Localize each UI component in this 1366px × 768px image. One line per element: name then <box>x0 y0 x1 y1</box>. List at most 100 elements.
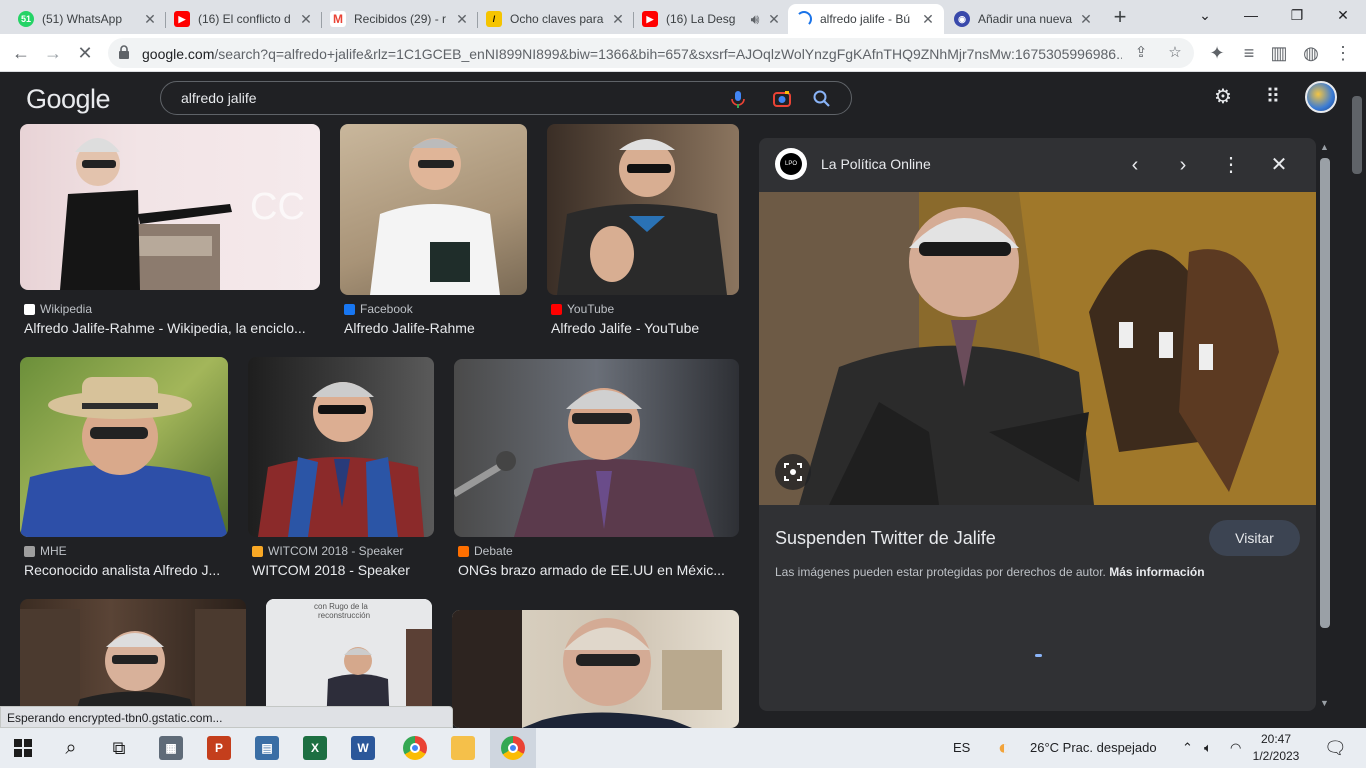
close-tab-icon[interactable]: ✕ <box>142 11 158 28</box>
result-thumbnail[interactable]: CC <box>20 124 320 290</box>
address-bar[interactable]: google.com/search?q=alfredo+jalife&rlz=1… <box>108 38 1194 68</box>
debate-icon <box>458 545 469 557</box>
back-button[interactable]: ← <box>8 40 34 66</box>
close-tab-icon[interactable]: ✕ <box>610 11 626 28</box>
search-input[interactable]: alfredo jalife <box>181 90 257 106</box>
lens-search-icon[interactable] <box>775 454 811 490</box>
tab-active-search[interactable]: alfredo jalife - Bú ✕ <box>788 4 944 34</box>
weather-text[interactable]: 26°C Prac. despejado <box>1030 728 1157 768</box>
person-photo: CC <box>60 138 305 290</box>
panel-header: LPO La Política Online ‹ › ⋮ ✕ <box>759 138 1316 192</box>
audio-playing-icon[interactable]: 🔊︎ <box>744 11 766 28</box>
network-app-icon[interactable]: ▤ <box>244 728 290 768</box>
image-result[interactable]: MHE Reconocido analista Alfredo J... <box>20 357 228 587</box>
image-result[interactable]: YouTube Alfredo Jalife - YouTube <box>547 124 739 354</box>
result-title[interactable]: WITCOM 2018 - Speaker <box>252 562 438 578</box>
tab-youtube-desg[interactable]: ▶ (16) La Desg 🔊︎ ✕ <box>634 4 790 34</box>
profile-icon[interactable]: ◍ <box>1298 40 1324 66</box>
result-thumbnail[interactable] <box>340 124 527 295</box>
calculator-icon[interactable]: ▦ <box>148 728 194 768</box>
search-icon[interactable] <box>811 88 833 110</box>
result-thumbnail[interactable] <box>248 357 434 537</box>
youtube-icon <box>551 303 562 315</box>
close-window-button[interactable]: ✕ <box>1320 0 1366 30</box>
settings-gear-icon[interactable]: ⚙ <box>1210 84 1236 110</box>
image-result[interactable]: WITCOM 2018 - Speaker WITCOM 2018 - Spea… <box>248 357 434 587</box>
previous-icon[interactable]: ‹ <box>1122 152 1148 178</box>
file-explorer-icon[interactable] <box>440 728 486 768</box>
tab-whatsapp[interactable]: 51 (51) WhatsApp ✕ <box>10 4 166 34</box>
result-title[interactable]: Alfredo Jalife-Rahme <box>344 320 531 336</box>
image-result[interactable]: Facebook Alfredo Jalife-Rahme <box>340 124 527 354</box>
chrome-icon[interactable] <box>392 728 438 768</box>
google-logo[interactable]: Google <box>26 84 111 115</box>
preview-image[interactable] <box>759 192 1316 505</box>
more-options-icon[interactable]: ⋮ <box>1218 152 1244 178</box>
mic-icon[interactable] <box>727 88 749 110</box>
new-tab-button[interactable]: + <box>1108 6 1132 30</box>
result-title[interactable]: Alfredo Jalife-Rahme - Wikipedia, la enc… <box>24 320 320 336</box>
restore-button[interactable]: ❐ <box>1274 0 1320 30</box>
result-title[interactable]: Reconocido analista Alfredo J... <box>24 562 228 578</box>
panel-scrollbar[interactable]: ▲ ▼ <box>1317 140 1333 712</box>
volume-icon[interactable]: 🔈︎ <box>1204 728 1212 768</box>
task-view-icon[interactable]: ⧉ <box>96 728 142 768</box>
tab-ocho-claves[interactable]: / Ocho claves para ✕ <box>478 4 634 34</box>
more-info-link[interactable]: Más información <box>1109 565 1204 579</box>
result-title[interactable]: ONGs brazo armado de EE.UU en Méxic... <box>458 562 739 578</box>
menu-icon[interactable]: ⋮ <box>1330 40 1356 66</box>
image-result[interactable]: CC Wikipedia Alfredo Jalife-Rahme - Wiki… <box>20 124 320 354</box>
image-result[interactable]: Debate ONGs brazo armado de EE.UU en Méx… <box>454 359 739 589</box>
wifi-icon[interactable]: ◠ <box>1230 728 1241 768</box>
close-icon[interactable]: ✕ <box>1266 152 1292 178</box>
start-button[interactable] <box>0 728 46 768</box>
stop-loading-button[interactable]: ✕ <box>72 40 98 66</box>
preview-title[interactable]: Suspenden Twitter de Jalife <box>775 528 996 549</box>
minimize-button[interactable]: — <box>1228 0 1274 30</box>
visit-button[interactable]: Visitar <box>1209 520 1300 556</box>
weather-icon[interactable]: ◐ <box>998 728 1010 768</box>
notifications-icon[interactable]: 🗨︎ <box>1324 728 1347 768</box>
media-control-icon[interactable]: ≡ <box>1236 40 1262 66</box>
search-box[interactable]: alfredo jalife <box>160 81 852 115</box>
site-name[interactable]: La Política Online <box>821 156 931 172</box>
search-icon[interactable]: ⌕ <box>48 728 94 768</box>
close-tab-icon[interactable]: ✕ <box>920 11 936 28</box>
tab-search-icon[interactable]: ⌄ <box>1182 0 1228 30</box>
camera-search-icon[interactable] <box>771 88 793 110</box>
bookmark-star-icon[interactable]: ☆ <box>1164 42 1186 64</box>
apps-grid-icon[interactable]: ⠿ <box>1260 84 1286 110</box>
clock[interactable]: 20:47 1/2/2023 <box>1250 731 1302 765</box>
site-logo[interactable]: LPO <box>775 148 807 180</box>
image-result[interactable] <box>452 610 739 728</box>
close-tab-icon[interactable]: ✕ <box>1078 11 1094 28</box>
account-avatar[interactable] <box>1305 81 1337 113</box>
result-title[interactable]: Alfredo Jalife - YouTube <box>551 320 739 336</box>
extensions-icon[interactable]: ✦ <box>1204 40 1230 66</box>
close-tab-icon[interactable]: ✕ <box>766 11 782 28</box>
loading-icon <box>796 11 812 27</box>
language-indicator[interactable]: ES <box>953 728 970 768</box>
result-thumbnail[interactable] <box>20 357 228 537</box>
tab-gmail[interactable]: M Recibidos (29) - r ✕ <box>322 4 478 34</box>
result-thumbnail[interactable] <box>454 359 739 537</box>
share-icon[interactable]: ⇪ <box>1130 42 1152 64</box>
page-scrollbar[interactable] <box>1348 72 1366 728</box>
excel-icon[interactable]: X <box>292 728 338 768</box>
tab-anadir[interactable]: ◉ Añadir una nueva ✕ <box>946 4 1102 34</box>
word-icon[interactable]: W <box>340 728 386 768</box>
side-panel-icon[interactable]: ▥ <box>1266 40 1292 66</box>
close-tab-icon[interactable]: ✕ <box>298 11 314 28</box>
result-thumbnail[interactable] <box>452 610 739 728</box>
person-photo <box>20 377 228 537</box>
chrome-active-icon[interactable] <box>490 728 536 768</box>
next-icon[interactable]: › <box>1170 152 1196 178</box>
tab-title: Ocho claves para <box>510 12 604 26</box>
show-hidden-icons[interactable]: ⌃ <box>1182 728 1193 768</box>
powerpoint-icon[interactable]: P <box>196 728 242 768</box>
svg-text:CC: CC <box>250 186 305 228</box>
close-tab-icon[interactable]: ✕ <box>454 11 470 28</box>
tab-youtube-conflicto[interactable]: ▶ (16) El conflicto d ✕ <box>166 4 322 34</box>
result-thumbnail[interactable] <box>547 124 739 295</box>
forward-button[interactable]: → <box>40 40 66 66</box>
